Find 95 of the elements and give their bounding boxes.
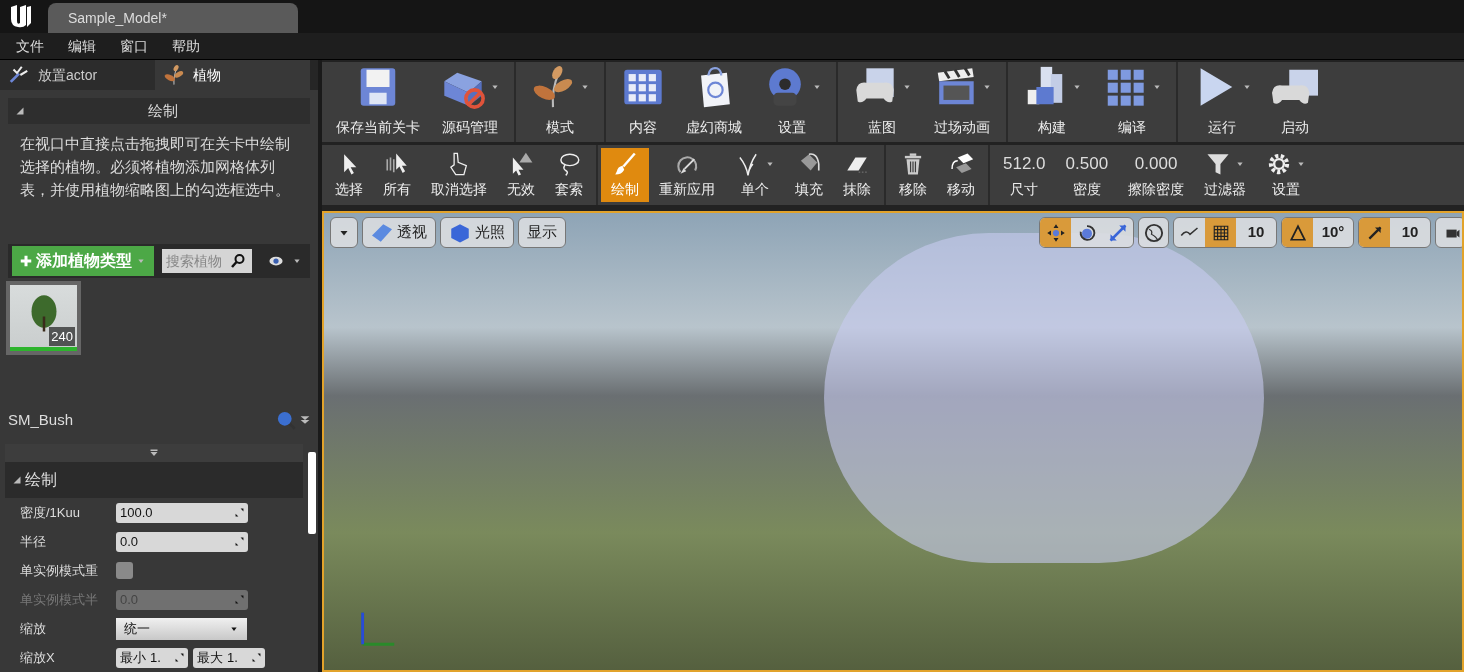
snap-value-dropdown[interactable]: 10° <box>1313 218 1353 247</box>
collapse-arrow-icon <box>13 476 21 484</box>
viewport-button[interactable]: 透视 <box>362 217 436 248</box>
section-header: 绘制 <box>147 100 179 121</box>
tool-button[interactable]: 填充 <box>785 148 833 202</box>
menu-item[interactable]: 帮助 <box>164 35 208 57</box>
number-field[interactable]: 最大 1. <box>193 647 265 668</box>
toolbar-button[interactable]: 编译 <box>1092 63 1172 138</box>
section-header: 绘制 <box>25 470 57 490</box>
mode-tab[interactable]: 放置actor <box>0 60 155 90</box>
tool-button[interactable]: 套索 <box>545 148 593 202</box>
mode-tab[interactable]: 植物 <box>155 60 310 90</box>
tool-button[interactable]: 无效 <box>497 148 545 202</box>
tool-button[interactable]: 选择 <box>325 148 373 202</box>
dropdown[interactable]: 统一 <box>116 617 247 640</box>
dropdown-caret-icon <box>338 228 350 237</box>
viewport-button[interactable]: 显示 <box>518 217 566 248</box>
plus-icon <box>20 255 32 267</box>
toolbar-button[interactable]: 过场动画 <box>922 63 1002 138</box>
resize-arrows-icon <box>235 508 244 517</box>
perspective-icon <box>371 222 393 243</box>
toolbar-button[interactable]: 保存当前关卡 <box>326 63 430 138</box>
tool-button[interactable]: 移除 <box>889 148 937 202</box>
checkbox[interactable] <box>116 562 133 579</box>
camera-speed-button[interactable] <box>1435 217 1462 248</box>
toolbar-button[interactable]: 设置 <box>752 63 832 138</box>
number-field[interactable]: 100.0 <box>116 502 248 523</box>
transform-mode-button[interactable] <box>1040 218 1071 247</box>
toolbar-button[interactable]: 内容 <box>610 63 676 138</box>
menu-item[interactable]: 文件 <box>8 35 52 57</box>
cube-icon <box>449 222 471 243</box>
snap-value-dropdown[interactable]: 10 <box>1390 218 1430 247</box>
leaf-icon <box>163 64 185 86</box>
toolbar-button[interactable]: 蓝图 <box>842 63 922 138</box>
toolbar-button[interactable]: 启动 <box>1262 63 1328 138</box>
toolbar-button[interactable]: 虚幻商城 <box>676 63 752 138</box>
instruction-text: 在视口中直接点击拖拽即可在关卡中绘制选择的植物。必须将植物添加网格体列表，并使用植物缩略图上的勾选框选中。 <box>19 134 291 200</box>
number-field[interactable]: 最小 1. <box>116 647 188 668</box>
dropdown-caret-icon <box>136 258 146 264</box>
resize-arrows-icon <box>252 653 261 662</box>
menu-item[interactable]: 编辑 <box>60 35 104 57</box>
instance-count: 240 <box>49 326 75 346</box>
setting-value[interactable]: 0.000 擦除密度 <box>1118 148 1195 202</box>
info-magnifier-icon <box>276 410 296 430</box>
dropdown-caret-icon <box>292 258 302 264</box>
setting-value[interactable]: 512.0 尺寸 <box>993 148 1056 202</box>
snap-toggle[interactable] <box>1282 218 1313 247</box>
toolbar-button[interactable]: 模式 <box>520 63 600 138</box>
property-label: 半径 <box>19 532 47 551</box>
property-label: 缩放 <box>19 619 47 638</box>
place-actor-icon <box>8 64 30 86</box>
property-label: 缩放X <box>19 648 56 667</box>
search-icon <box>230 253 246 269</box>
scale-icon <box>1107 222 1128 243</box>
tool-button[interactable]: 设置 <box>1256 148 1317 202</box>
property-label: 单实例模式重 <box>19 561 99 580</box>
setting-value[interactable]: 0.500 密度 <box>1055 148 1119 202</box>
property-label: 单实例模式半 <box>19 590 99 609</box>
tool-button[interactable]: 过滤器 <box>1194 148 1257 202</box>
tool-button[interactable]: 取消选择 <box>421 148 497 202</box>
resize-arrows-icon <box>235 595 244 604</box>
grid-snap-icon <box>1211 223 1230 242</box>
snap-value-dropdown[interactable]: 10 <box>1236 218 1276 247</box>
foliage-thumbnail[interactable]: 240 <box>6 281 81 355</box>
app-logo-icon <box>8 3 32 29</box>
brush-icon <box>612 150 638 177</box>
collapse-all-icon <box>300 414 310 426</box>
property-label: 密度/1Kuu <box>19 503 81 522</box>
globe-icon <box>1143 222 1164 243</box>
number-field[interactable]: 0.0 <box>116 531 248 552</box>
tool-button[interactable]: 重新应用 <box>649 148 725 202</box>
resize-arrows-icon <box>175 653 184 662</box>
scrollbar-thumb[interactable] <box>308 452 316 534</box>
collapse-arrow-icon <box>16 107 24 115</box>
resize-arrows-icon <box>235 537 244 546</box>
dropdown-caret-icon <box>229 625 239 632</box>
move-arrows-icon <box>1045 222 1066 243</box>
viewport-button[interactable]: 光照 <box>440 217 514 248</box>
details-title: SM_Bush <box>8 409 75 430</box>
world-space-button[interactable] <box>1138 217 1169 248</box>
toolbar-button[interactable]: 构建 <box>1012 63 1092 138</box>
toolbar-button[interactable]: 运行 <box>1182 63 1262 138</box>
expand-arrow-icon <box>148 449 160 457</box>
tool-button[interactable]: 所有 <box>373 148 421 202</box>
menu-item[interactable]: 窗口 <box>112 35 156 57</box>
snap-toggle[interactable] <box>1359 218 1390 247</box>
tool-button[interactable]: 抹除 <box>833 148 881 202</box>
viewport-options-button[interactable] <box>330 217 358 248</box>
toolbar-button[interactable]: 源码管理 <box>430 63 510 138</box>
document-tab[interactable]: Sample_Model* <box>48 3 298 33</box>
tool-button[interactable]: 单个 <box>725 148 785 202</box>
angle-snap-icon <box>1288 223 1307 242</box>
search-field[interactable]: 搜索植物 <box>162 249 252 273</box>
tool-button[interactable]: 移动 <box>937 148 985 202</box>
snap-toggle[interactable] <box>1205 218 1236 247</box>
